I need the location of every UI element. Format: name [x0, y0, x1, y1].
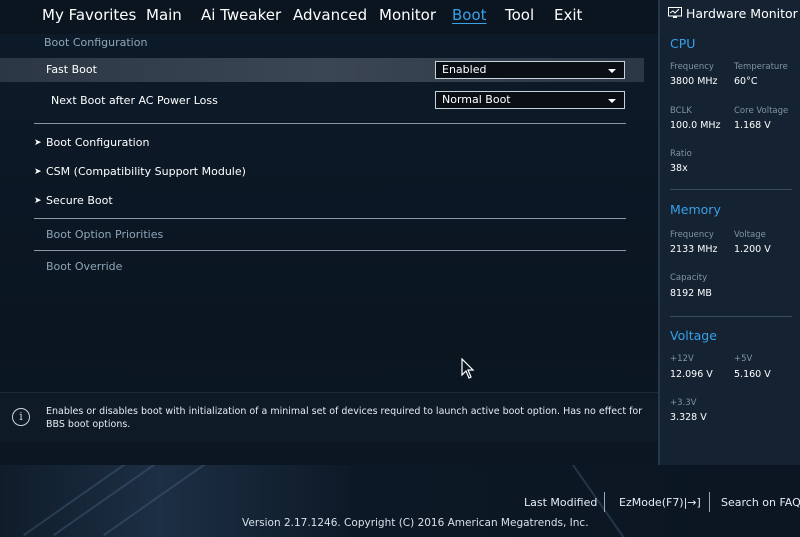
ac-power-loss-label: Next Boot after AC Power Loss	[51, 94, 218, 107]
divider	[34, 123, 626, 124]
section-boot-option-priorities: Boot Option Priorities	[46, 228, 164, 241]
footer-bar: Last Modified EzMode(F7)|→] Search on FA…	[0, 465, 800, 537]
hw-12v-label: +12V	[670, 354, 694, 364]
hw-33v: 3.328 V	[670, 412, 707, 423]
hw-mem-voltage: 1.200 V	[734, 244, 771, 255]
tab-main[interactable]: Main	[146, 6, 182, 24]
hw-mem-frequency-label: Frequency	[670, 230, 714, 240]
chevron-down-icon	[608, 69, 616, 73]
hw-bclk-label: BCLK	[670, 106, 692, 116]
chevron-down-icon	[608, 99, 616, 103]
hardware-monitor-label: Hardware Monitor	[685, 6, 798, 21]
search-faq-button[interactable]: Search on FAQ	[721, 496, 800, 509]
divider	[670, 189, 792, 190]
section-boot-override: Boot Override	[46, 260, 123, 273]
menu-bar: My Favorites Main Ai Tweaker Advanced Mo…	[0, 0, 658, 34]
submenu-arrow-icon: ➤	[34, 167, 42, 177]
hw-33v-label: +3.3V	[670, 398, 697, 408]
fast-boot-value: Enabled	[442, 63, 487, 76]
info-icon: i	[12, 408, 30, 426]
breadcrumb: Boot Configuration	[44, 36, 148, 49]
hw-cpu-heading: CPU	[670, 36, 696, 51]
hw-core-voltage: 1.168 V	[734, 120, 771, 131]
decorative-stripe	[23, 465, 139, 536]
ezmode-button[interactable]: EzMode(F7)|→]	[619, 496, 701, 509]
hw-memory-heading: Memory	[670, 202, 721, 217]
submenu-arrow-icon: ➤	[34, 138, 42, 148]
divider	[604, 492, 605, 512]
submenu-secure-boot[interactable]: Secure Boot	[46, 194, 113, 207]
hw-ratio: 38x	[670, 163, 688, 174]
ac-power-loss-select[interactable]: Normal Boot	[435, 91, 625, 109]
tab-monitor[interactable]: Monitor	[379, 6, 436, 24]
decorative-stripe	[103, 465, 219, 536]
hw-ratio-label: Ratio	[670, 149, 692, 159]
version-text: Version 2.17.1246. Copyright (C) 2016 Am…	[242, 517, 589, 529]
hw-capacity: 8192 MB	[670, 288, 712, 299]
divider	[709, 492, 710, 512]
mouse-pointer-icon	[461, 358, 475, 379]
submenu-boot-configuration[interactable]: Boot Configuration	[46, 136, 149, 149]
divider	[670, 316, 792, 317]
hw-12v: 12.096 V	[670, 369, 713, 380]
hw-capacity-label: Capacity	[670, 273, 708, 283]
help-text: Enables or disables boot with initializa…	[46, 406, 643, 430]
main-panel: My Favorites Main Ai Tweaker Advanced Mo…	[0, 0, 658, 537]
tab-ai-tweaker[interactable]: Ai Tweaker	[201, 6, 281, 24]
hw-voltage-heading: Voltage	[670, 328, 717, 343]
hw-cpu-frequency-label: Frequency	[670, 62, 714, 72]
hw-core-voltage-label: Core Voltage	[734, 106, 789, 116]
hw-mem-voltage-label: Voltage	[734, 230, 766, 240]
submenu-arrow-icon: ➤	[34, 196, 42, 206]
hw-cpu-temperature-label: Temperature	[734, 62, 788, 72]
fast-boot-label: Fast Boot	[46, 63, 97, 76]
fast-boot-select[interactable]: Enabled	[435, 61, 625, 79]
divider	[34, 250, 626, 251]
hw-5v-label: +5V	[734, 354, 753, 364]
tab-boot[interactable]: Boot	[452, 6, 487, 24]
hardware-monitor-panel: Hardware Monitor CPU Frequency Temperatu…	[658, 0, 800, 465]
hw-bclk: 100.0 MHz	[670, 120, 721, 131]
hw-5v: 5.160 V	[734, 369, 771, 380]
submenu-csm[interactable]: CSM (Compatibility Support Module)	[46, 165, 246, 178]
hw-mem-frequency: 2133 MHz	[670, 244, 718, 255]
tab-advanced[interactable]: Advanced	[293, 6, 367, 24]
hw-cpu-frequency: 3800 MHz	[670, 76, 718, 87]
hw-cpu-temperature: 60°C	[734, 76, 758, 87]
hardware-monitor-title: Hardware Monitor	[668, 6, 798, 21]
ac-power-loss-value: Normal Boot	[442, 93, 511, 106]
tab-exit[interactable]: Exit	[554, 6, 582, 24]
monitor-icon	[668, 7, 682, 18]
tab-my-favorites[interactable]: My Favorites	[42, 6, 136, 24]
help-bar: i Enables or disables boot with initiali…	[0, 392, 658, 442]
tab-tool[interactable]: Tool	[505, 6, 534, 24]
last-modified-button[interactable]: Last Modified	[524, 496, 597, 509]
divider	[34, 218, 626, 219]
